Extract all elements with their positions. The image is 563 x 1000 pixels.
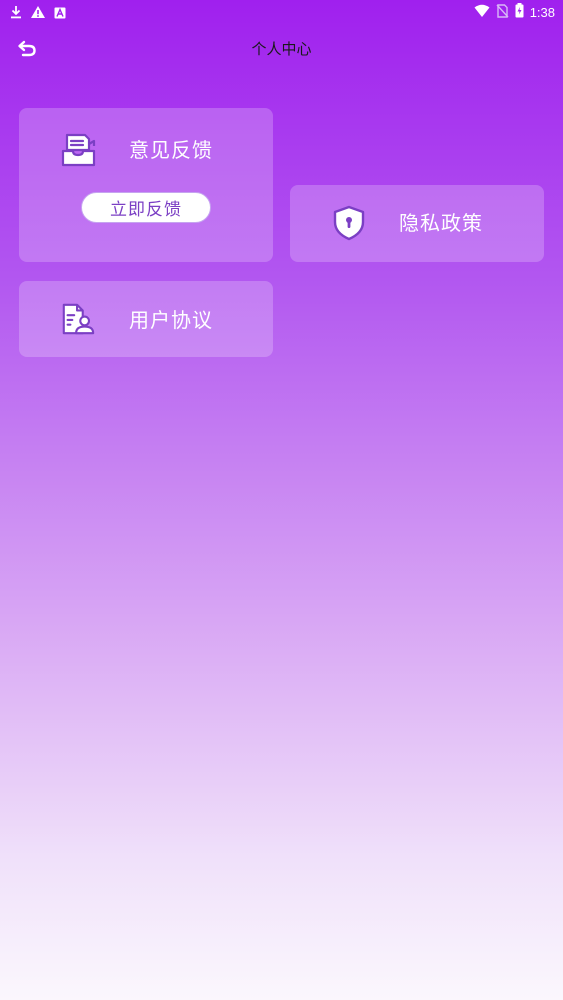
privacy-policy-card[interactable]: 隐私政策 <box>290 185 544 262</box>
page-title: 个人中心 <box>251 40 312 58</box>
feedback-now-button[interactable]: 立即反馈 <box>81 192 211 223</box>
feedback-card[interactable]: 意见反馈 立即反馈 <box>19 108 273 262</box>
feedback-label: 意见反馈 <box>129 138 213 162</box>
warning-icon <box>30 4 46 23</box>
wifi-icon <box>474 3 490 22</box>
status-time: 1:38 <box>529 4 555 20</box>
status-left-icons <box>10 4 66 23</box>
status-bar: 1:38 <box>0 0 563 24</box>
feedback-icon <box>61 132 97 168</box>
user-agreement-card[interactable]: 用户协议 <box>19 281 273 357</box>
status-right-icons: 1:38 <box>474 3 555 22</box>
a-icon <box>54 4 66 23</box>
privacy-policy-label: 隐私政策 <box>399 211 483 235</box>
user-agreement-label: 用户协议 <box>129 308 213 332</box>
no-sim-icon <box>496 3 509 22</box>
battery-charging-icon <box>515 3 524 22</box>
download-icon <box>10 4 22 23</box>
shield-lock-icon <box>331 205 367 241</box>
user-document-icon <box>60 301 96 337</box>
